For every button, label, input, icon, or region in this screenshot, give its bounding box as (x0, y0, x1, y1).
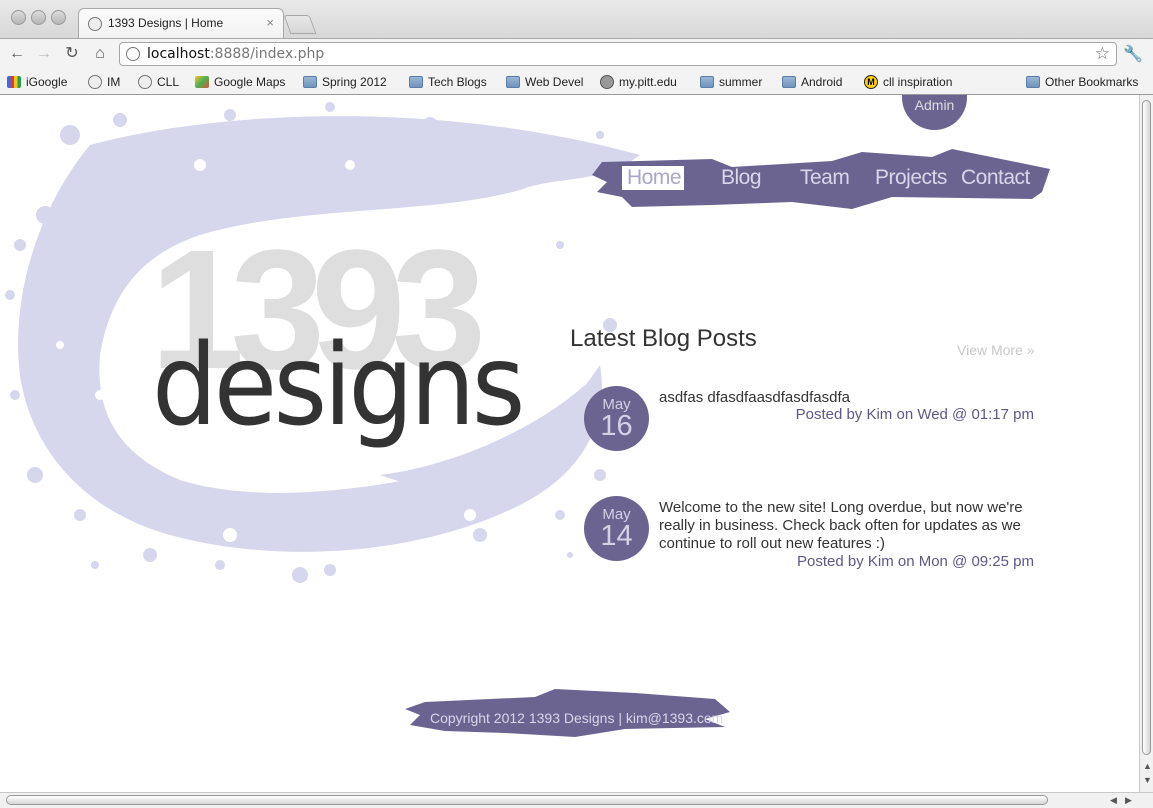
bookmark-my-pitt[interactable]: my.pitt.edu (600, 74, 677, 90)
post-meta: Posted by Kim on Wed @ 01:17 pm (795, 406, 1034, 423)
footer-copyright: Copyright 2012 1393 Designs | kim@1393.c… (430, 710, 724, 726)
folder-icon (700, 76, 714, 88)
home-icon[interactable]: ⌂ (89, 43, 111, 65)
scroll-down-arrow-icon[interactable]: ▼ (1143, 775, 1152, 785)
m-icon: M (864, 75, 878, 89)
bookmark-star-icon[interactable]: ☆ (1095, 44, 1110, 64)
browser-tab-active[interactable]: 1393 Designs | Home × (78, 8, 284, 38)
horizontal-scrollbar[interactable]: ◀ ▶ (0, 792, 1153, 808)
folder-icon (409, 76, 423, 88)
vertical-scrollbar[interactable]: ▲ ▼ (1139, 95, 1153, 792)
bookmark-cll[interactable]: CLL (138, 74, 179, 90)
pitt-icon (600, 75, 614, 89)
bookmarks-bar: iGoogle IM CLL Google Maps Spring 2012 T… (0, 70, 1153, 95)
globe-icon (88, 17, 102, 31)
bookmark-web-devel[interactable]: Web Devel (506, 74, 583, 90)
post-meta: Posted by Kim on Mon @ 09:25 pm (796, 553, 1034, 570)
main-nav: Home Blog Team Projects Contact (622, 166, 1030, 190)
bookmark-im[interactable]: IM (88, 74, 120, 90)
nav-home[interactable]: Home (622, 166, 684, 190)
tab-title: 1393 Designs | Home (108, 16, 224, 30)
bookmark-spring-2012[interactable]: Spring 2012 (303, 74, 387, 90)
bookmark-label: my.pitt.edu (619, 75, 677, 89)
scroll-up-arrow-icon[interactable]: ▲ (1143, 761, 1152, 771)
address-bar[interactable]: localhost:8888/index.php ☆ (119, 42, 1117, 66)
folder-icon (782, 76, 796, 88)
maps-icon (195, 76, 209, 88)
nav-contact[interactable]: Contact (961, 166, 1030, 190)
nav-projects[interactable]: Projects (875, 166, 949, 190)
zoom-window-button[interactable] (51, 10, 66, 25)
bookmark-google-maps[interactable]: Google Maps (195, 74, 285, 90)
globe-icon (126, 47, 140, 61)
post-excerpt[interactable]: asdfas dfasdfaasdfasdfasdfa (659, 389, 1034, 407)
bookmark-label: Web Devel (525, 75, 584, 89)
post-date-badge: May 16 (584, 386, 649, 451)
url-path: :8888/index.php (209, 46, 325, 62)
bookmark-label: Tech Blogs (428, 75, 487, 89)
scroll-right-arrow-icon[interactable]: ▶ (1125, 795, 1132, 806)
nav-blog[interactable]: Blog (721, 166, 765, 190)
bookmark-label: Other Bookmarks (1045, 75, 1139, 89)
bookmark-label: iGoogle (26, 75, 68, 89)
bookmark-label: Android (801, 75, 843, 89)
folder-icon (1026, 76, 1040, 88)
tab-close-icon[interactable]: × (266, 15, 274, 30)
nav-team[interactable]: Team (800, 166, 853, 190)
wrench-icon[interactable]: 🔧 (1123, 44, 1143, 64)
horizontal-scroll-thumb[interactable] (6, 795, 1048, 805)
bookmark-label: summer (719, 75, 763, 89)
bookmark-label: Spring 2012 (322, 75, 387, 89)
bookmark-summer[interactable]: summer (700, 74, 762, 90)
admin-button[interactable]: Admin (902, 95, 967, 130)
bookmark-tech-blogs[interactable]: Tech Blogs (409, 74, 487, 90)
url-text[interactable]: localhost:8888/index.php (147, 46, 324, 62)
view-more-link[interactable]: View More » (957, 342, 1035, 358)
url-host: localhost (147, 46, 210, 62)
reload-icon[interactable]: ↻ (61, 43, 83, 65)
bookmark-label: cll inspiration (883, 75, 953, 89)
bookmark-cll-inspiration[interactable]: Mcll inspiration (864, 74, 952, 90)
post-day: 14 (600, 520, 633, 552)
forward-arrow-icon[interactable]: → (33, 43, 55, 65)
bookmark-android[interactable]: Android (782, 74, 842, 90)
browser-toolbar: ← → ↻ ⌂ localhost:8888/index.php ☆ 🔧 (0, 38, 1153, 70)
google-icon (7, 76, 21, 88)
vertical-scroll-thumb[interactable] (1142, 100, 1151, 755)
close-window-button[interactable] (11, 10, 26, 25)
blog-heading: Latest Blog Posts (570, 325, 757, 352)
scroll-left-arrow-icon[interactable]: ◀ (1110, 795, 1117, 806)
back-arrow-icon[interactable]: ← (6, 43, 28, 65)
post-date-badge: May 14 (584, 496, 649, 561)
bookmark-label: Google Maps (214, 75, 286, 89)
folder-icon (303, 76, 317, 88)
logo-wordmark: designs (152, 321, 525, 451)
bookmark-igoogle[interactable]: iGoogle (7, 74, 67, 90)
folder-icon (506, 76, 520, 88)
globe-icon (88, 75, 102, 89)
post-day: 16 (600, 410, 633, 442)
bookmark-label: CLL (157, 75, 180, 89)
minimize-window-button[interactable] (31, 10, 46, 25)
globe-icon (138, 75, 152, 89)
web-page: 1393 designs Admin Home Blog Team Projec… (0, 95, 1139, 792)
bookmark-label: IM (107, 75, 121, 89)
new-tab-button[interactable] (283, 15, 317, 34)
post-excerpt[interactable]: Welcome to the new site! Long overdue, b… (659, 499, 1034, 553)
other-bookmarks[interactable]: Other Bookmarks (1026, 74, 1138, 90)
browser-tab-bar: 1393 Designs | Home × (0, 0, 1153, 38)
